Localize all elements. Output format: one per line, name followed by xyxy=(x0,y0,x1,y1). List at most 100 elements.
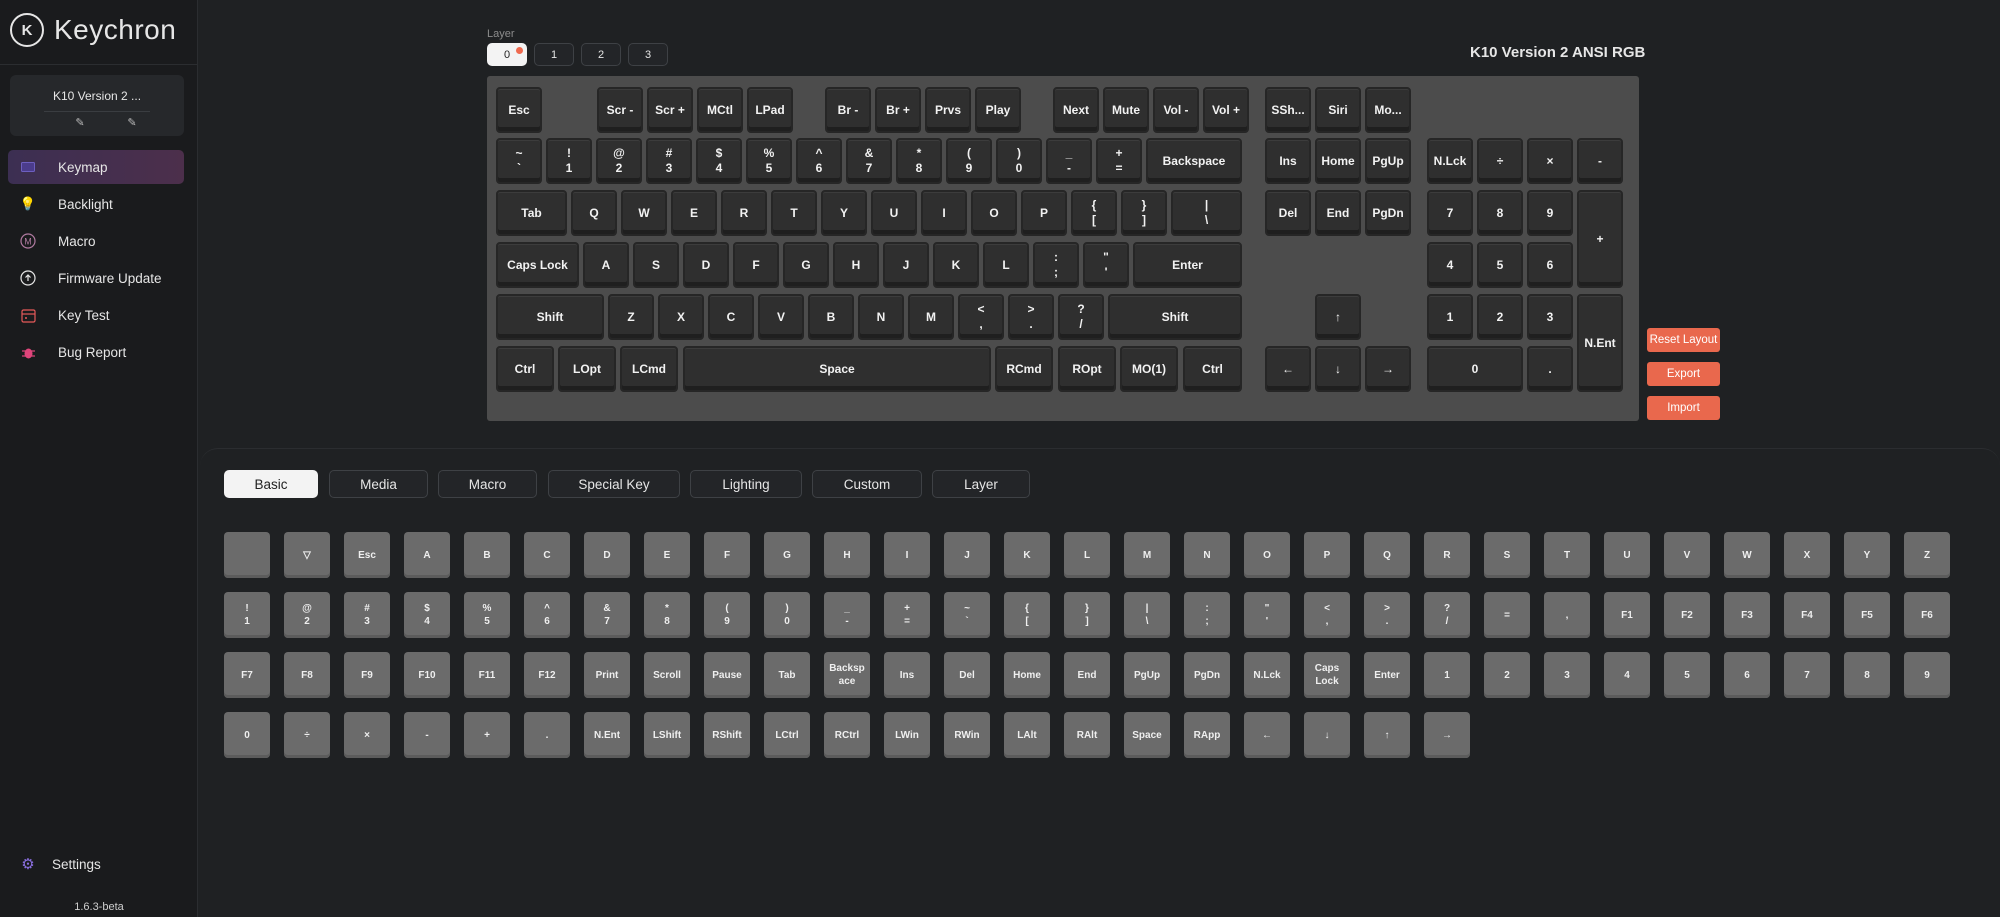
key-d[interactable]: D xyxy=(683,242,729,288)
key-minus[interactable]: _ - xyxy=(1046,138,1092,184)
keycode-option[interactable]: O xyxy=(1244,532,1290,578)
key-backspace[interactable]: Backspace xyxy=(1146,138,1242,184)
key-comma[interactable]: <, xyxy=(958,294,1004,340)
key-kp-div[interactable]: ÷ xyxy=(1477,138,1523,184)
key-f5[interactable]: Br - xyxy=(825,87,871,133)
key-lshift[interactable]: Shift xyxy=(496,294,604,340)
keycode-option[interactable]: Y xyxy=(1844,532,1890,578)
key-kp-minus[interactable]: - xyxy=(1577,138,1623,184)
key-lopt[interactable]: LOpt xyxy=(558,346,616,392)
keycode-option[interactable]: F11 xyxy=(464,652,510,698)
keycode-option[interactable]: T xyxy=(1544,532,1590,578)
key-kp4[interactable]: 4 xyxy=(1427,242,1473,288)
key-lctrl[interactable]: Ctrl xyxy=(496,346,554,392)
key-period[interactable]: >. xyxy=(1008,294,1054,340)
keycode-option[interactable]: F7 xyxy=(224,652,270,698)
keycode-option[interactable]: (9 xyxy=(704,592,750,638)
keycode-option[interactable]: <, xyxy=(1304,592,1350,638)
keycode-option[interactable]: I xyxy=(884,532,930,578)
keycode-option[interactable]: P xyxy=(1304,532,1350,578)
key-w[interactable]: W xyxy=(621,190,667,236)
keycode-option[interactable]: " ' xyxy=(1244,592,1290,638)
keycode-option[interactable]: F10 xyxy=(404,652,450,698)
sidebar-item-bug-report[interactable]: Bug Report xyxy=(8,335,184,369)
key-kp6[interactable]: 6 xyxy=(1527,242,1573,288)
keycode-option[interactable]: >. xyxy=(1364,592,1410,638)
key-5[interactable]: % 5 xyxy=(746,138,792,184)
pencil-icon[interactable]: ✎ xyxy=(72,115,88,131)
key-esc[interactable]: Esc xyxy=(496,87,542,133)
keycode-option[interactable]: , xyxy=(1544,592,1590,638)
key-v[interactable]: V xyxy=(758,294,804,340)
key-rbracket[interactable]: }] xyxy=(1121,190,1167,236)
sidebar-item-firmware-update[interactable]: Firmware Update xyxy=(8,261,184,295)
keycode-option[interactable]: R xyxy=(1424,532,1470,578)
keycode-option[interactable]: F xyxy=(704,532,750,578)
key-2[interactable]: @2 xyxy=(596,138,642,184)
keycode-option[interactable]: F9 xyxy=(344,652,390,698)
tab-layer[interactable]: Layer xyxy=(932,470,1030,498)
keycode-option[interactable]: C xyxy=(524,532,570,578)
keycode-option[interactable]: X xyxy=(1784,532,1830,578)
key-lcmd[interactable]: LCmd xyxy=(620,346,678,392)
keycode-option[interactable]: Scroll xyxy=(644,652,690,698)
keycode-option[interactable]: ~ ` xyxy=(944,592,990,638)
keycode-option[interactable]: × xyxy=(344,712,390,758)
key-semicolon[interactable]: :; xyxy=(1033,242,1079,288)
key-enter[interactable]: Enter xyxy=(1133,242,1242,288)
key-f9[interactable]: Next xyxy=(1053,87,1099,133)
keycode-option[interactable]: Caps Lock xyxy=(1304,652,1350,698)
key-f2[interactable]: Scr + xyxy=(647,87,693,133)
key-kp8[interactable]: 8 xyxy=(1477,190,1523,236)
key-kp9[interactable]: 9 xyxy=(1527,190,1573,236)
keycode-option[interactable]: {[ xyxy=(1004,592,1050,638)
key-e[interactable]: E xyxy=(671,190,717,236)
keycode-option[interactable]: E xyxy=(644,532,690,578)
key-rctrl[interactable]: Ctrl xyxy=(1183,346,1242,392)
keycode-option[interactable]: W xyxy=(1724,532,1770,578)
keycode-option[interactable]: ^ 6 xyxy=(524,592,570,638)
key-4[interactable]: $4 xyxy=(696,138,742,184)
keycode-option[interactable]: 9 xyxy=(1904,652,1950,698)
keycode-option[interactable]: Q xyxy=(1364,532,1410,578)
keycode-option[interactable]: LAlt xyxy=(1004,712,1050,758)
key-7[interactable]: & 7 xyxy=(846,138,892,184)
key-b[interactable]: B xyxy=(808,294,854,340)
key-f[interactable]: F xyxy=(733,242,779,288)
sidebar-item-settings[interactable]: ⚙ Settings xyxy=(20,856,101,873)
sidebar-item-keymap[interactable]: Keymap xyxy=(8,150,184,184)
key-c[interactable]: C xyxy=(708,294,754,340)
key-f7[interactable]: Prvs xyxy=(925,87,971,133)
key-kp1[interactable]: 1 xyxy=(1427,294,1473,340)
key-left[interactable]: ← xyxy=(1265,346,1311,392)
key-o[interactable]: O xyxy=(971,190,1017,236)
key-ropt[interactable]: ROpt xyxy=(1058,346,1116,392)
keycode-option[interactable]: ! 1 xyxy=(224,592,270,638)
tab-media[interactable]: Media xyxy=(329,470,428,498)
layer-tab-2[interactable]: 2 xyxy=(581,43,621,66)
reset-layout-button[interactable]: Reset Layout xyxy=(1647,328,1720,352)
keycode-option[interactable]: @2 xyxy=(284,592,330,638)
keycode-option[interactable]: K xyxy=(1004,532,1050,578)
keycode-option[interactable]: A xyxy=(404,532,450,578)
keycode-option[interactable]: $4 xyxy=(404,592,450,638)
key-mode[interactable]: Mo... xyxy=(1365,87,1411,133)
key-screenshot[interactable]: SSh... xyxy=(1265,87,1311,133)
key-f8[interactable]: Play xyxy=(975,87,1021,133)
keycode-option[interactable]: B xyxy=(464,532,510,578)
key-space[interactable]: Space xyxy=(683,346,991,392)
key-k[interactable]: K xyxy=(933,242,979,288)
keycode-option[interactable]: ? / xyxy=(1424,592,1470,638)
key-up[interactable]: ↑ xyxy=(1315,294,1361,340)
key-slash[interactable]: ? / xyxy=(1058,294,1104,340)
key-kp-plus[interactable]: + xyxy=(1577,190,1623,288)
sidebar-item-macro[interactable]: M Macro xyxy=(8,224,184,258)
keycode-option[interactable]: J xyxy=(944,532,990,578)
keycode-option[interactable]: RShift xyxy=(704,712,750,758)
key-p[interactable]: P xyxy=(1021,190,1067,236)
keycode-option[interactable]: D xyxy=(584,532,630,578)
keycode-option[interactable]: 6 xyxy=(1724,652,1770,698)
key-f12[interactable]: Vol + xyxy=(1203,87,1249,133)
key-t[interactable]: T xyxy=(771,190,817,236)
key-q[interactable]: Q xyxy=(571,190,617,236)
